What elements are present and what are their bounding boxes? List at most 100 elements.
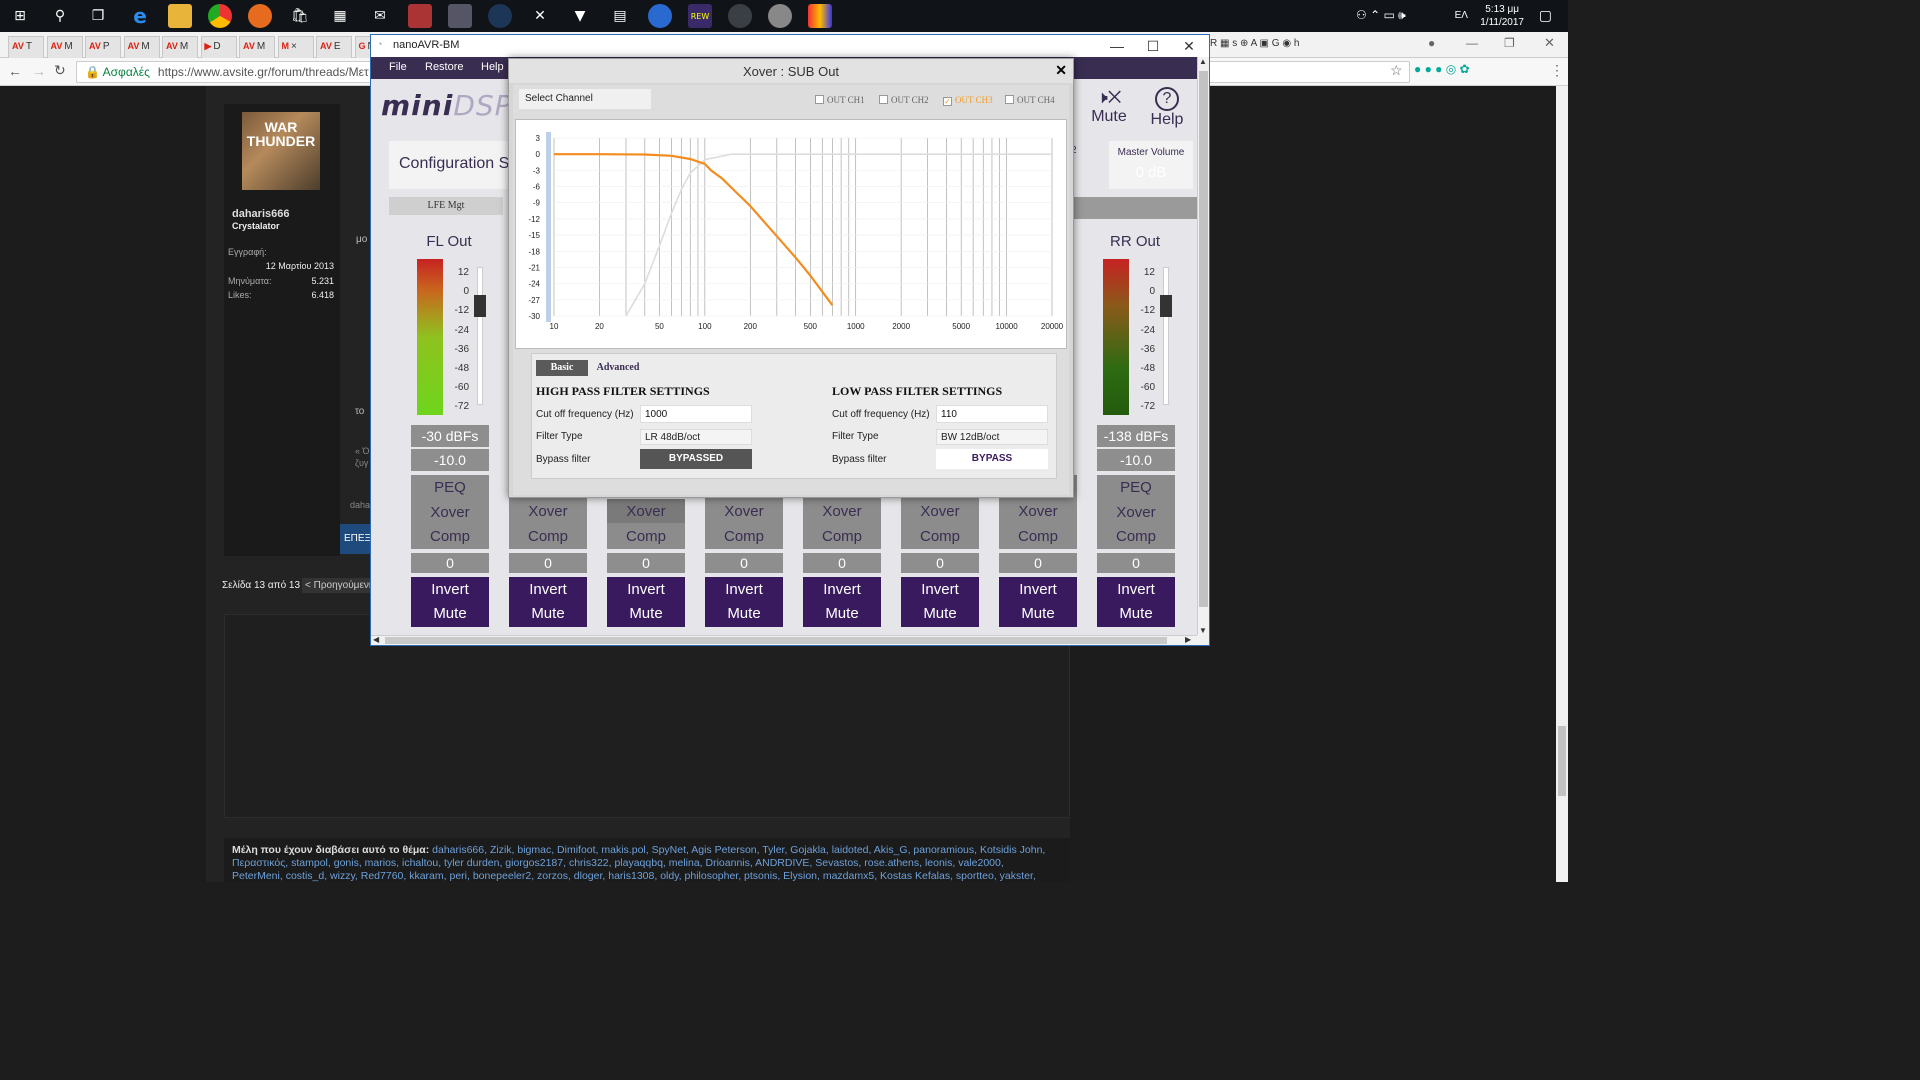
help-button[interactable]: ? Help: [1145, 87, 1189, 131]
tab-h[interactable]: h: [1294, 38, 1300, 49]
forward-icon[interactable]: →: [32, 63, 46, 79]
hp-cutoff-input[interactable]: 1000: [640, 405, 752, 423]
tab-r[interactable]: R: [1210, 38, 1217, 49]
delay-value[interactable]: 0: [411, 553, 489, 573]
file-explorer-icon[interactable]: [168, 4, 192, 28]
xover-button[interactable]: Xover: [509, 500, 587, 525]
xover-button[interactable]: Xover: [607, 500, 685, 525]
menu-file[interactable]: File: [389, 61, 407, 73]
tools-icon[interactable]: ✕: [528, 4, 552, 28]
readers-list[interactable]: daharis666, Zizik, bigmac, Dimifoot, mak…: [432, 844, 1045, 856]
rew-icon[interactable]: REW: [688, 4, 712, 28]
invert-button[interactable]: Invert: [705, 578, 783, 602]
comp-button[interactable]: Comp: [803, 525, 881, 550]
invert-button[interactable]: Invert: [999, 578, 1077, 602]
gain-value[interactable]: -10.0: [411, 449, 489, 471]
delay-value[interactable]: 0: [901, 553, 979, 573]
globe-icon[interactable]: [648, 4, 672, 28]
invert-button[interactable]: Invert: [509, 578, 587, 602]
out-channel-checkbox[interactable]: OUT CH2: [879, 95, 929, 105]
tab-g[interactable]: G: [1272, 38, 1280, 49]
user-avatar[interactable]: WAR THUNDER: [242, 112, 320, 190]
delay-value[interactable]: 0: [999, 553, 1077, 573]
browser-tab[interactable]: AV M: [162, 36, 198, 58]
dialog-close-icon[interactable]: ✕: [1055, 62, 1067, 79]
select-channel-dropdown[interactable]: Select Channel: [519, 89, 651, 109]
peq-button[interactable]: PEQ: [411, 476, 489, 501]
tab-a[interactable]: A: [1251, 38, 1257, 49]
minidsp-app-icon[interactable]: [728, 4, 752, 28]
hp-type-select[interactable]: LR 48dB/oct: [640, 429, 752, 445]
language-indicator[interactable]: ΕΛ: [1455, 10, 1468, 21]
chrome-icon[interactable]: [208, 4, 232, 28]
calendar-app-icon[interactable]: ▦: [328, 4, 352, 28]
page-scrollbar-thumb[interactable]: [1558, 726, 1566, 796]
hp-bypass-button[interactable]: BYPASSED: [640, 449, 752, 469]
close-icon[interactable]: ✕: [1544, 35, 1555, 51]
browser-tab[interactable]: AV E: [316, 36, 352, 58]
window-horizontal-scrollbar[interactable]: ◀ ▶: [371, 635, 1197, 645]
out-channel-checkbox[interactable]: OUT CH1: [815, 95, 865, 105]
invert-button[interactable]: Invert: [411, 578, 489, 602]
vertical-scroll-thumb[interactable]: [1199, 71, 1208, 607]
menu-restore[interactable]: Restore: [425, 61, 464, 73]
browser-tab[interactable]: ▶ D: [200, 36, 237, 58]
browser-tab[interactable]: AV M: [123, 36, 160, 58]
mute-button[interactable]: Mute: [901, 602, 979, 626]
mute-button[interactable]: Mute: [509, 602, 587, 626]
mute-button[interactable]: Mute: [1097, 602, 1175, 626]
invert-button[interactable]: Invert: [607, 578, 685, 602]
bookmark-star-icon[interactable]: ☆: [1390, 62, 1403, 79]
username[interactable]: daharis666: [232, 208, 289, 220]
scroll-up-icon[interactable]: ▲: [1199, 57, 1207, 66]
xover-button[interactable]: Xover: [1097, 501, 1175, 526]
window-minimize-icon[interactable]: —: [1099, 35, 1135, 57]
xover-button[interactable]: Xover: [999, 500, 1077, 525]
browser-tab[interactable]: AV M: [239, 36, 275, 58]
tray-icons[interactable]: ⚇ ⌃ ▭ 🕪: [1356, 8, 1406, 23]
store-icon[interactable]: 🛍: [288, 4, 312, 28]
delay-value[interactable]: 0: [1097, 553, 1175, 573]
checkbox-icon[interactable]: [815, 95, 824, 104]
xover-button[interactable]: Xover: [803, 500, 881, 525]
right-tabs[interactable]: R ▦ s ⊕ A ▣ G ◉ h: [1210, 38, 1380, 49]
app-red-icon[interactable]: [408, 4, 432, 28]
scroll-down-icon[interactable]: ▼: [1199, 626, 1207, 635]
window-maximize-icon[interactable]: ☐: [1135, 35, 1171, 57]
mute-button[interactable]: Mute: [411, 602, 489, 626]
mute-button[interactable]: Mute: [607, 602, 685, 626]
colors-app-icon[interactable]: [808, 4, 832, 28]
mute-button[interactable]: Mute: [999, 602, 1077, 626]
window-vertical-scrollbar[interactable]: ▲ ▼: [1197, 57, 1209, 635]
clock[interactable]: 5:13 μμ 1/11/2017: [1480, 3, 1524, 29]
readers-list[interactable]: Περαστικός, stampol, gonis, marios, icha…: [232, 857, 1062, 870]
notifications-icon[interactable]: ▢: [1539, 7, 1552, 24]
invert-button[interactable]: Invert: [803, 578, 881, 602]
prev-page-link[interactable]: < Προηγούμενη: [302, 578, 372, 593]
checkbox-icon[interactable]: [879, 95, 888, 104]
out-channel-checkbox[interactable]: OUT CH4: [1005, 95, 1055, 105]
browser-tab[interactable]: AV M: [46, 36, 83, 58]
calculator-icon[interactable]: ▤: [608, 4, 632, 28]
browser-tab[interactable]: AV P: [85, 36, 121, 58]
lp-cutoff-input[interactable]: 110: [936, 405, 1048, 423]
gain-value[interactable]: -10.0: [1097, 449, 1175, 471]
menu-icon[interactable]: ⋮: [1550, 62, 1564, 79]
back-icon[interactable]: ←: [8, 63, 22, 79]
steam-icon[interactable]: [488, 4, 512, 28]
delay-value[interactable]: 0: [607, 553, 685, 573]
xover-button[interactable]: Xover: [411, 501, 489, 526]
tab-advanced[interactable]: Advanced: [590, 360, 646, 376]
gain-fader-knob[interactable]: [1160, 295, 1172, 317]
comp-button[interactable]: Comp: [1097, 525, 1175, 550]
delay-value[interactable]: 0: [509, 553, 587, 573]
lp-bypass-button[interactable]: BYPASS: [936, 449, 1048, 469]
tab-basic[interactable]: Basic: [536, 360, 588, 376]
delay-value[interactable]: 0: [803, 553, 881, 573]
scroll-right-icon[interactable]: ▶: [1185, 635, 1191, 644]
invert-button[interactable]: Invert: [901, 578, 979, 602]
mute-button[interactable]: Mute: [803, 602, 881, 626]
comp-button[interactable]: Comp: [411, 525, 489, 550]
edit-button[interactable]: ΕΠΕΞ: [340, 524, 372, 554]
master-mute-button[interactable]: 🕨✕ Mute: [1089, 87, 1129, 131]
